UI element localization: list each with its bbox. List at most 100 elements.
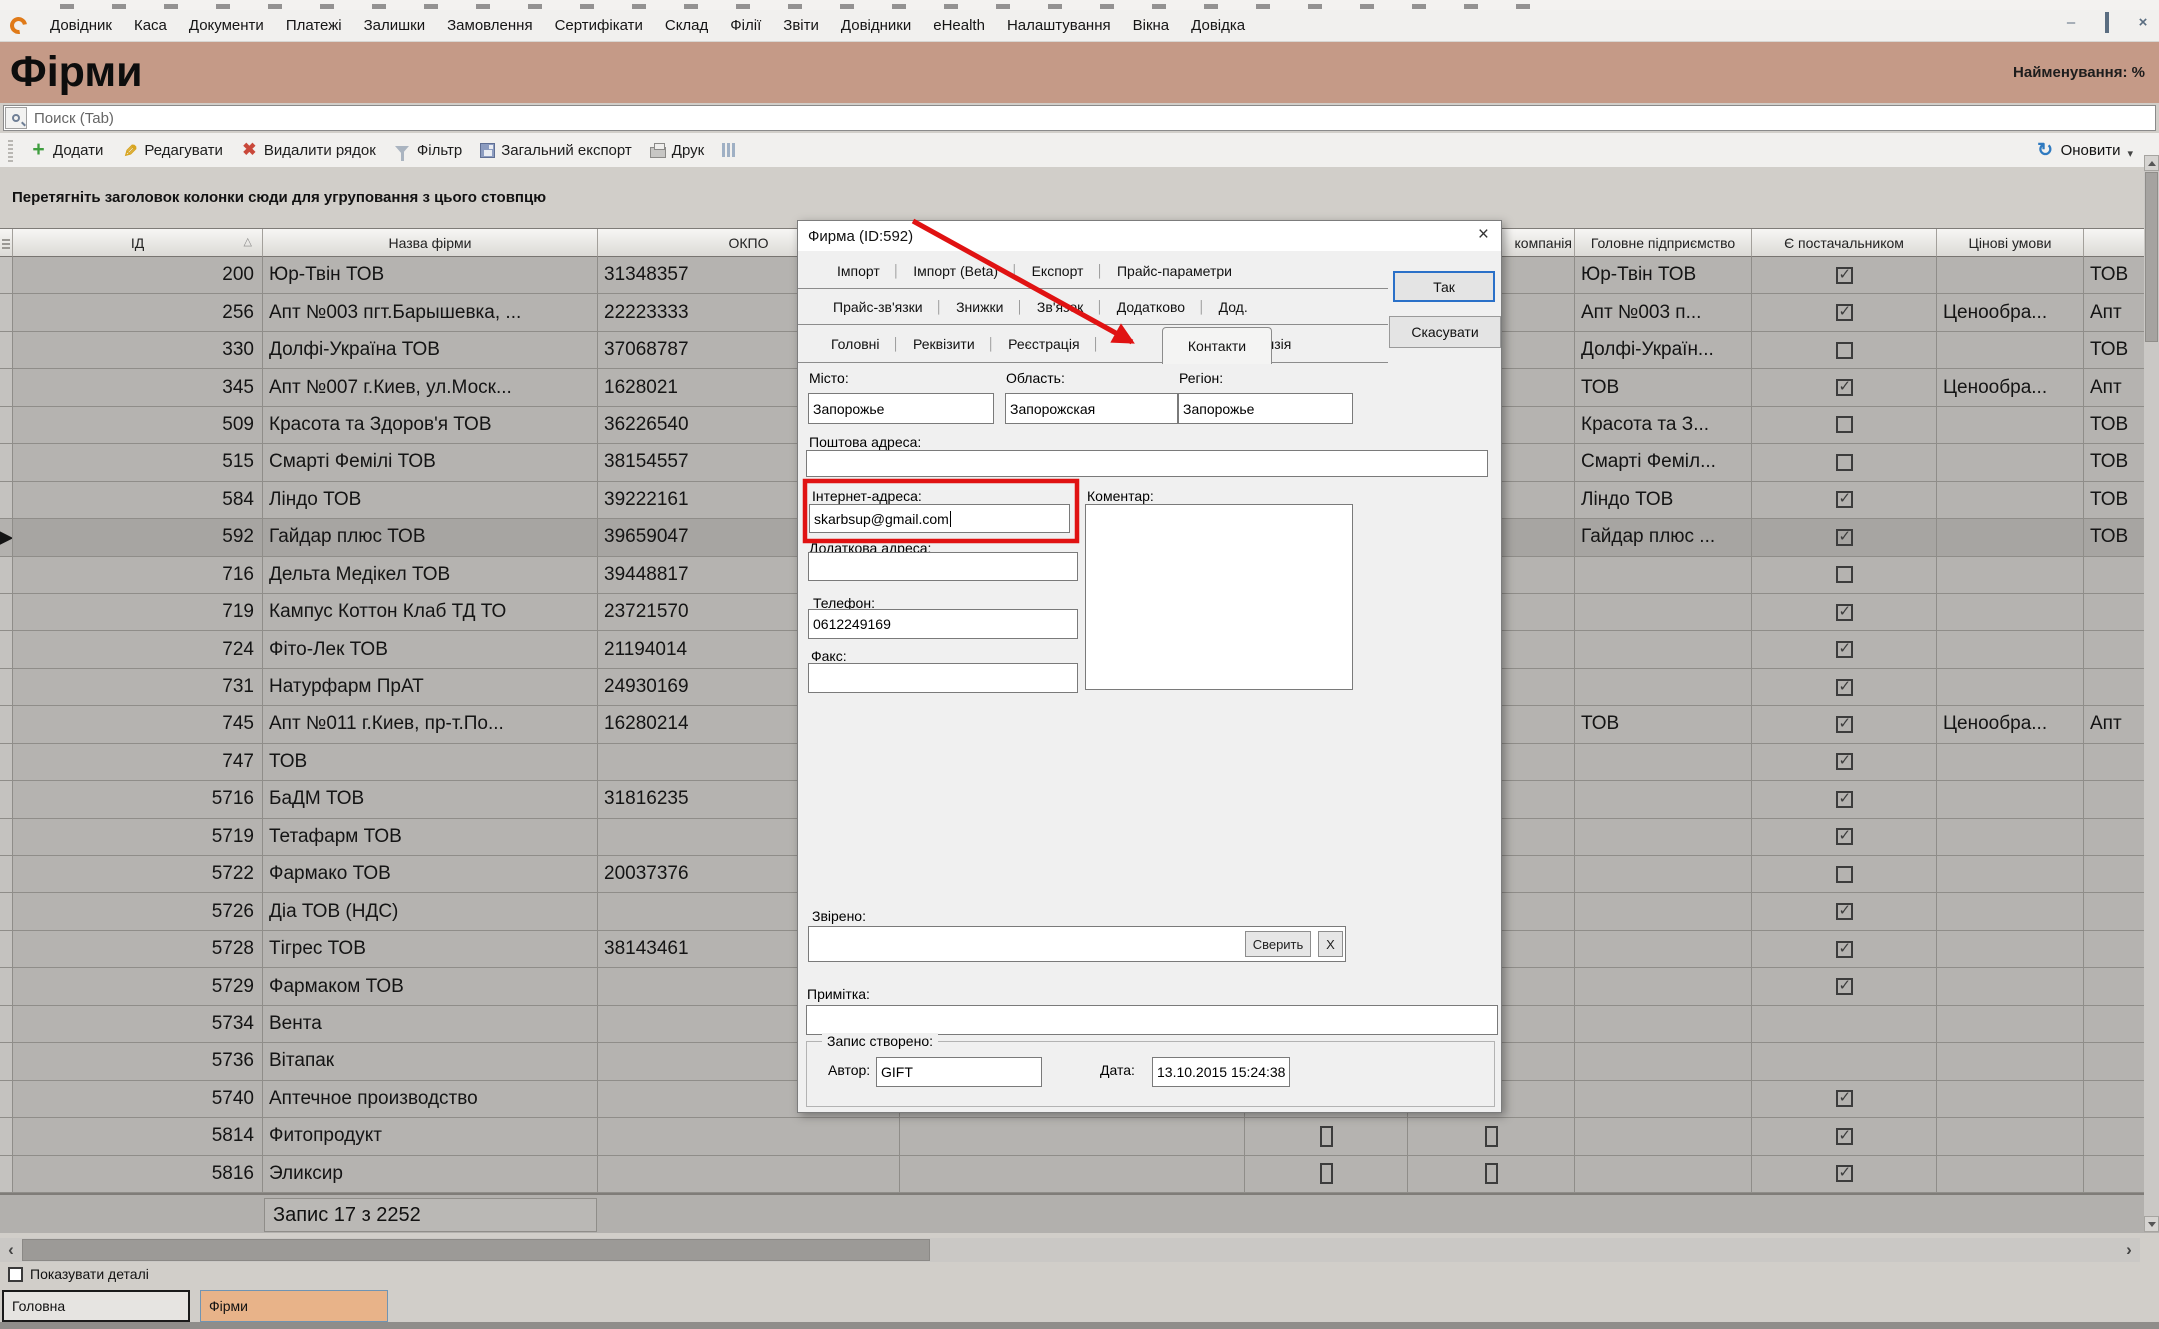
checked-checkbox[interactable]: ✓ [1836,491,1853,508]
menu-item-Філії[interactable]: Філії [719,17,772,34]
author-field[interactable]: GIFT [876,1057,1042,1087]
dialog-titlebar[interactable]: Фирма (ID:592) × [798,221,1501,251]
scroll-right-arrow[interactable]: › [2118,1238,2140,1262]
checked-checkbox[interactable]: ✓ [1836,753,1853,770]
scroll-down-arrow[interactable] [2144,1216,2159,1232]
checked-checkbox[interactable]: ✓ [1836,304,1853,321]
dialog-tab-Імпорт[interactable]: Імпорт [824,263,893,279]
table-row[interactable]: 5814Фитопродукт✓ [0,1118,2159,1155]
unchecked-checkbox[interactable] [1836,342,1853,359]
dialog-tab-Експорт[interactable]: Експорт [1019,263,1097,279]
column-header-main[interactable]: Головне підприємство [1575,229,1752,257]
checked-checkbox[interactable]: ✓ [1836,1128,1853,1145]
dialog-tab-Імпорт (Beta)[interactable]: Імпорт (Beta) [900,263,1011,279]
dialog-tab-Знижки[interactable]: Знижки [943,299,1016,315]
cancel-button[interactable]: Скасувати [1389,316,1501,348]
dialog-tab-Контакти[interactable]: Контакти [1162,327,1272,364]
checked-checkbox[interactable]: ✓ [1836,641,1853,658]
verify-clear-button[interactable]: X [1318,931,1343,957]
extra-address-field[interactable] [808,552,1078,581]
toolbar-button-Фільтр[interactable]: Фільтр [385,136,471,164]
unchecked-checkbox[interactable] [1836,454,1853,471]
horizontal-scrollbar[interactable]: ‹ › [0,1238,2140,1262]
scroll-up-arrow[interactable] [2144,155,2159,171]
menu-item-eHealth[interactable]: eHealth [922,17,996,34]
menu-item-Каса[interactable]: Каса [123,17,178,34]
menu-item-Склад[interactable]: Склад [654,17,719,34]
dialog-tab-Реєстрація[interactable]: Реєстрація [995,336,1092,352]
dialog-tab-Реквізити[interactable]: Реквізити [900,336,988,352]
checked-checkbox[interactable]: ✓ [1836,791,1853,808]
column-header-price[interactable]: Цінові умови [1937,229,2084,257]
table-row[interactable]: 5816Эликсир✓ [0,1156,2159,1193]
toolbar-button-Редагувати[interactable]: ✎Редагувати [112,136,232,164]
unchecked-checkbox[interactable] [1836,416,1853,433]
checked-checkbox[interactable]: ✓ [1836,1165,1853,1182]
checked-checkbox[interactable]: ✓ [1836,903,1853,920]
toolbar-button-Загальний експорт[interactable]: Загальний експорт [471,136,641,164]
toolbar-drag-handle[interactable] [8,138,13,162]
restore-button[interactable] [2099,14,2115,31]
scroll-left-arrow[interactable]: ‹ [0,1238,22,1262]
note-field[interactable] [806,1005,1498,1035]
minimize-button[interactable]: – [2063,14,2079,31]
checked-checkbox[interactable]: ✓ [1836,604,1853,621]
oblast-field[interactable]: Запорожская [1005,393,1178,424]
ok-button[interactable]: Так [1393,271,1495,302]
horizontal-scroll-thumb[interactable] [22,1239,930,1261]
vertical-scroll-thumb[interactable] [2145,172,2158,342]
checked-checkbox[interactable]: ✓ [1836,529,1853,546]
toolbar-button-columns[interactable] [713,136,745,164]
verify-button[interactable]: Сверить [1245,931,1311,957]
menu-item-Налаштування[interactable]: Налаштування [996,17,1122,34]
toolbar-button-Додати[interactable]: +Додати [21,136,112,164]
dialog-tab-Прайс-параметри[interactable]: Прайс-параметри [1104,263,1245,279]
unchecked-checkbox[interactable] [1485,1126,1498,1147]
refresh-dropdown-caret[interactable]: ▾ [2127,147,2133,160]
vertical-scrollbar[interactable] [2144,155,2159,1232]
menu-item-Документи[interactable]: Документи [178,17,275,34]
menu-item-Довідник[interactable]: Довідник [39,17,123,34]
unchecked-checkbox[interactable] [1836,866,1853,883]
unchecked-checkbox[interactable] [1320,1126,1333,1147]
column-header-ind[interactable] [0,229,13,257]
toolbar-button-Видалити рядок[interactable]: ✖Видалити рядок [232,136,385,164]
unchecked-checkbox[interactable] [1320,1163,1333,1184]
menu-item-Залишки[interactable]: Залишки [353,17,437,34]
toolbar-button-Друк[interactable]: Друк [641,136,713,164]
dialog-close-icon[interactable]: × [1478,224,1489,246]
dialog-tab-Додатково[interactable]: Додатково [1104,299,1198,315]
checked-checkbox[interactable]: ✓ [1836,679,1853,696]
bottom-tab-firmy[interactable]: Фірми [200,1290,388,1322]
menu-item-Довідка[interactable]: Довідка [1180,17,1256,34]
menu-item-Довідники[interactable]: Довідники [830,17,922,34]
dialog-tab-Зв'язок[interactable]: Зв'язок [1024,299,1096,315]
column-header-sup[interactable]: Є постачальником [1752,229,1937,257]
column-header-id[interactable]: ІД△ [13,229,263,257]
comment-field[interactable] [1085,504,1353,690]
menu-item-Вікна[interactable]: Вікна [1122,17,1181,34]
internet-address-field[interactable]: skarbsup@gmail.com [809,504,1070,533]
unchecked-checkbox[interactable] [1836,566,1853,583]
bottom-tab-holovna[interactable]: Головна [2,1290,190,1322]
checked-checkbox[interactable]: ✓ [1836,1090,1853,1107]
checked-checkbox[interactable]: ✓ [1836,716,1853,733]
dialog-tab-Прайс-зв'язки[interactable]: Прайс-зв'язки [820,299,936,315]
city-field[interactable]: Запорожье [808,393,994,424]
close-window-button[interactable]: × [2135,14,2151,31]
checked-checkbox[interactable]: ✓ [1836,978,1853,995]
checked-checkbox[interactable]: ✓ [1836,941,1853,958]
dialog-tab-Дод.[interactable]: Дод. [1206,299,1261,315]
checked-checkbox[interactable]: ✓ [1836,379,1853,396]
menu-item-Сертифікати[interactable]: Сертифікати [544,17,654,34]
unchecked-checkbox[interactable] [1485,1163,1498,1184]
menu-item-Платежі[interactable]: Платежі [275,17,353,34]
show-details-checkbox[interactable] [8,1267,23,1282]
refresh-button[interactable]: Оновити [2061,142,2121,159]
phone-field[interactable]: 0612249169 [808,609,1078,639]
region-field[interactable]: Запорожье [1178,393,1353,424]
checked-checkbox[interactable]: ✓ [1836,828,1853,845]
fax-field[interactable] [808,663,1078,693]
date-field[interactable]: 13.10.2015 15:24:38 [1152,1057,1290,1087]
postal-address-field[interactable] [806,450,1488,477]
